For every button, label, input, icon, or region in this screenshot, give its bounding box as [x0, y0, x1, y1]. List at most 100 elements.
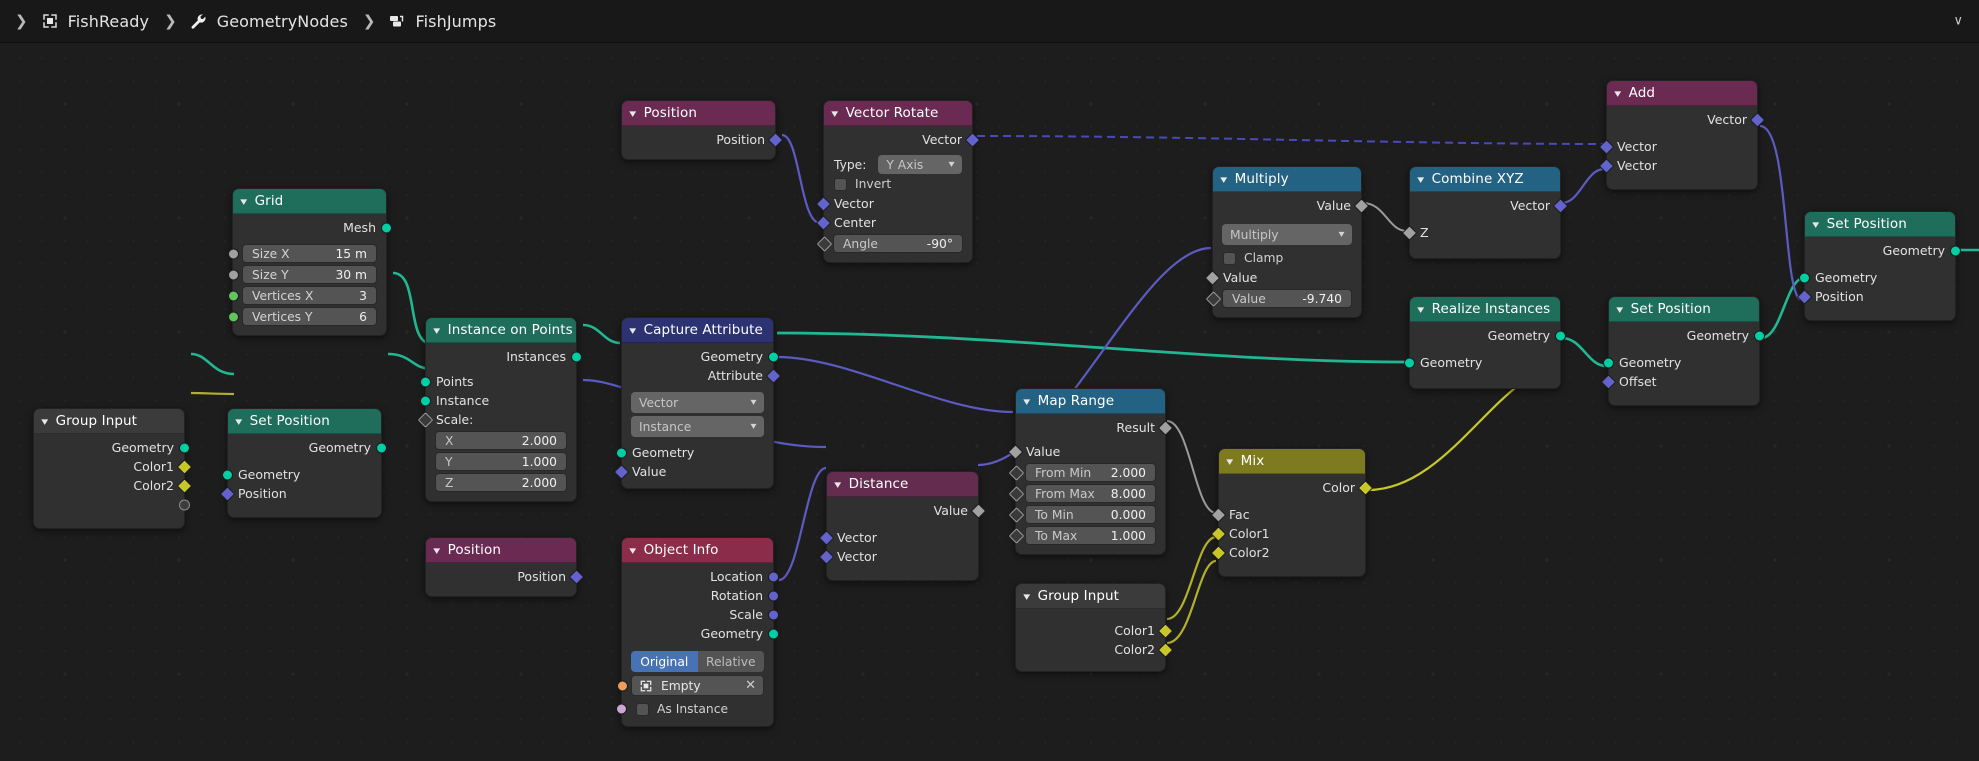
socket-mr-result-output[interactable]: [1157, 419, 1174, 436]
socket-spm-geometry-input[interactable]: [1603, 357, 1614, 368]
field-mr-to-max[interactable]: To Max 1.000: [1008, 526, 1156, 545]
node-object-info-header[interactable]: ▾ Object Info: [622, 538, 773, 563]
socket-dist-vector2-input[interactable]: [818, 548, 835, 565]
node-capture-attribute-header[interactable]: ▾ Capture Attribute: [622, 318, 773, 343]
socket-mesh-output[interactable]: [381, 222, 392, 233]
socket-row-gir-color2[interactable]: Color2: [1016, 640, 1174, 659]
socket-row-spr-position-in[interactable]: Position: [1796, 287, 1955, 306]
node-vector-rotate-header[interactable]: ▾ Vector Rotate: [824, 101, 972, 126]
socket-row-iop-points[interactable]: Points: [420, 372, 576, 391]
row-vr-type[interactable]: Type: Y Axis ▾: [824, 155, 972, 174]
field-vertices-x[interactable]: Vertices X 3: [228, 286, 377, 305]
socket-row-spr-geometry-in[interactable]: Geometry: [1799, 268, 1955, 287]
socket-row-cxyz-z[interactable]: Z: [1401, 223, 1560, 242]
socket-row-gir-color1[interactable]: Color1: [1016, 621, 1174, 640]
socket-add-vector1-input[interactable]: [1598, 138, 1615, 155]
socket-oi-geometry-output[interactable]: [768, 628, 779, 639]
socket-row-spm-geometry-out[interactable]: Geometry: [1609, 326, 1765, 345]
socket-spr-geometry-input[interactable]: [1799, 272, 1810, 283]
socket-pos-lower-output[interactable]: [568, 568, 585, 585]
socket-mul-value2-input[interactable]: [1205, 290, 1222, 307]
socket-row-mr-result-out[interactable]: Result: [1016, 418, 1174, 437]
socket-row-pos-lower-out[interactable]: Position: [426, 567, 585, 586]
socket-mix-color-output[interactable]: [1357, 479, 1374, 496]
socket-row-ri-geometry-in[interactable]: Geometry: [1404, 353, 1560, 372]
socket-row-spl-geometry-in[interactable]: Geometry: [222, 465, 381, 484]
chevron-down-icon[interactable]: ▾: [831, 107, 838, 120]
node-vector-rotate[interactable]: ▾ Vector Rotate Vector Type: Y Axis ▾ In…: [815, 100, 981, 263]
socket-mr-value-input[interactable]: [1007, 443, 1024, 460]
socket-spl-position-input[interactable]: [219, 485, 236, 502]
socket-ca-attribute-output[interactable]: [765, 367, 782, 384]
dropdown-vr-rotation-type[interactable]: Y Axis ▾: [878, 155, 962, 174]
node-set-position-left[interactable]: ▾ Set Position Geometry Geometry Positio…: [219, 408, 387, 518]
socket-size-y[interactable]: [228, 269, 239, 280]
socket-add-vector-output[interactable]: [1749, 111, 1766, 128]
clear-object-icon[interactable]: ✕: [745, 678, 756, 693]
chevron-down-icon[interactable]: ▾: [629, 324, 636, 337]
socket-oi-scale-output[interactable]: [768, 609, 779, 620]
socket-row-oi-scale[interactable]: Scale: [622, 605, 779, 624]
socket-spm-geometry-output[interactable]: [1754, 330, 1765, 341]
socket-row-pos-upper-out[interactable]: Position: [622, 130, 784, 149]
node-map-range-header[interactable]: ▾ Map Range: [1016, 389, 1165, 414]
socket-row-mix-color2[interactable]: Color2: [1210, 543, 1365, 562]
dropdown-mul-operation[interactable]: Multiply ▾: [1222, 224, 1352, 245]
socket-row-ca-geometry-out[interactable]: Geometry: [622, 347, 779, 366]
checkbox-mul-clamp[interactable]: [1223, 251, 1236, 265]
socket-row-gi-virtual[interactable]: [34, 495, 190, 514]
socket-iop-points-input[interactable]: [420, 376, 431, 387]
socket-mul-value-output[interactable]: [1353, 197, 1370, 214]
breadcrumb-item-modifier[interactable]: GeometryNodes: [186, 0, 354, 43]
chevron-down-icon[interactable]: ▾: [240, 195, 247, 208]
node-position-lower-header[interactable]: ▾ Position: [426, 538, 576, 563]
socket-pos-upper-output[interactable]: [767, 131, 784, 148]
breadcrumb-item-nodetree[interactable]: FishJumps: [384, 0, 502, 43]
node-group-input-left[interactable]: ▾ Group Input Geometry Color1 Color2: [33, 408, 193, 529]
socket-row-ca-value-in[interactable]: Value: [613, 462, 773, 481]
field-vertices-y[interactable]: Vertices Y 6: [228, 307, 377, 326]
checkbox-row-as-instance[interactable]: As Instance: [616, 699, 773, 719]
node-add[interactable]: ▾ Add Vector Vector Vector: [1598, 80, 1766, 190]
socket-vr-angle-input[interactable]: [816, 235, 833, 252]
socket-row-spm-offset-in[interactable]: Offset: [1600, 372, 1759, 391]
socket-gi-color2-output[interactable]: [176, 477, 193, 494]
socket-row-spl-position-in[interactable]: Position: [219, 484, 381, 503]
toggle-option-original[interactable]: Original: [631, 651, 698, 672]
chevron-down-icon[interactable]: ▾: [834, 478, 841, 491]
socket-dist-value-output[interactable]: [970, 502, 987, 519]
chevron-down-icon[interactable]: ▾: [433, 544, 440, 557]
node-instance-on-points-header[interactable]: ▾ Instance on Points: [426, 318, 576, 343]
node-set-position-right[interactable]: ▾ Set Position Geometry Geometry Positio…: [1796, 211, 1961, 321]
field-size-y[interactable]: Size Y 30 m: [228, 265, 377, 284]
socket-row-mix-color-out[interactable]: Color: [1219, 478, 1374, 497]
socket-cxyz-vector-output[interactable]: [1552, 197, 1569, 214]
field-mul-value[interactable]: Value -9.740: [1205, 289, 1352, 308]
socket-mul-value-input[interactable]: [1204, 269, 1221, 286]
socket-row-iop-scale[interactable]: Scale:: [417, 410, 576, 429]
socket-row-mesh-out[interactable]: Mesh: [233, 218, 392, 237]
socket-row-dist-value-out[interactable]: Value: [827, 501, 987, 520]
socket-row-iop-instances-out[interactable]: Instances: [426, 347, 582, 366]
field-size-x[interactable]: Size X 15 m: [228, 244, 377, 263]
node-set-position-mid[interactable]: ▾ Set Position Geometry Geometry Offset: [1600, 296, 1765, 406]
field-mr-from-max[interactable]: From Max 8.000: [1008, 484, 1156, 503]
node-position-upper-header[interactable]: ▾ Position: [622, 101, 775, 126]
checkbox-row-mul-clamp[interactable]: Clamp: [1213, 248, 1361, 268]
socket-row-add-vector-out[interactable]: Vector: [1607, 110, 1766, 129]
toggle-option-relative[interactable]: Relative: [697, 651, 764, 672]
chevron-down-icon[interactable]: ▾: [1220, 173, 1227, 186]
socket-row-vr-vector-in[interactable]: Vector: [815, 194, 972, 213]
socket-row-oi-location[interactable]: Location: [622, 567, 779, 586]
socket-row-spm-geometry-in[interactable]: Geometry: [1603, 353, 1759, 372]
node-object-info[interactable]: ▾ Object Info Location Rotation Scale Ge…: [616, 537, 779, 727]
socket-row-mr-value-in[interactable]: Value: [1007, 442, 1165, 461]
socket-gir-color2-output[interactable]: [1157, 641, 1174, 658]
socket-vertices-x[interactable]: [228, 290, 239, 301]
socket-row-ca-attribute-out[interactable]: Attribute: [622, 366, 782, 385]
socket-gir-color1-output[interactable]: [1157, 622, 1174, 639]
node-combine-xyz[interactable]: ▾ Combine XYZ Vector Z: [1401, 166, 1569, 259]
chevron-down-icon[interactable]: ▾: [629, 544, 636, 557]
node-set-position-left-header[interactable]: ▾ Set Position: [228, 409, 381, 434]
socket-mr-from-min-input[interactable]: [1008, 464, 1025, 481]
